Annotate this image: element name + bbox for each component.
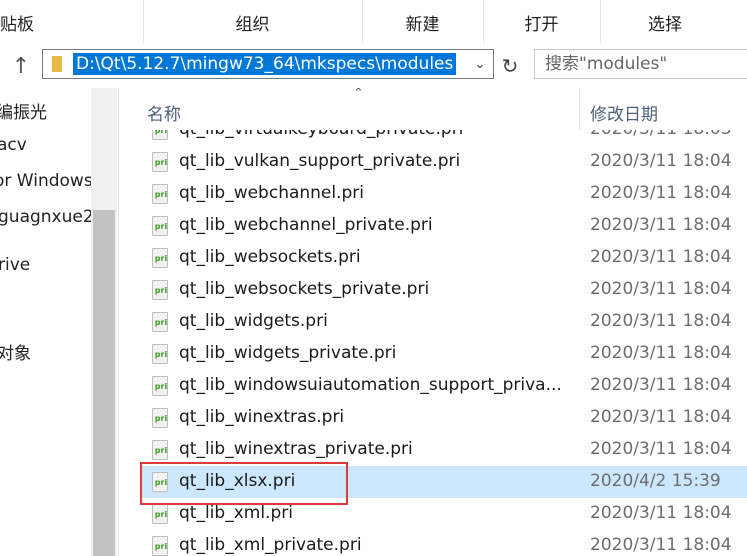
pri-file-icon: pri: [152, 312, 168, 332]
file-date: 2020/3/11 18:04: [590, 439, 732, 459]
file-name[interactable]: qt_lib_webchannel_private.pri: [179, 215, 433, 235]
file-date: 2020/3/11 18:04: [590, 183, 732, 203]
file-date: 2020/3/11 18:04: [590, 247, 732, 267]
ribbon-label-open: 打开: [524, 14, 559, 35]
file-name[interactable]: qt_lib_winextras.pri: [179, 407, 344, 427]
file-date: 2020/4/2 15:39: [590, 471, 721, 491]
annotation-highlight-box: [140, 462, 348, 505]
pri-file-icon: pri: [152, 440, 168, 460]
file-row[interactable]: pri qt_lib_vulkan_support_private.pri 2020…: [141, 146, 747, 178]
nav-item-editor[interactable]: 编振光: [0, 98, 47, 123]
pri-file-icon: pri: [152, 408, 168, 428]
ribbon-group-open[interactable]: 打开: [483, 0, 601, 44]
pri-file-icon: pri: [152, 536, 168, 556]
up-arrow-icon[interactable]: ↑: [8, 52, 34, 80]
file-date: 2020/3/11 18:04: [590, 407, 732, 427]
ribbon-group-organize[interactable]: 组织: [143, 0, 363, 44]
ribbon-group-select[interactable]: 选择: [600, 0, 747, 44]
file-date: 2020/3/11 18:04: [590, 215, 732, 235]
pri-file-icon: pri: [152, 216, 168, 236]
pri-file-icon: pri: [152, 504, 168, 524]
pri-file-icon: pri: [152, 376, 168, 396]
ribbon-label-organize: 组织: [235, 14, 270, 35]
file-name[interactable]: qt_lib_windowsuiautomation_support_priva…: [179, 375, 562, 395]
nav-item-marker: [0, 302, 6, 314]
file-name[interactable]: qt_lib_websockets_private.pri: [179, 279, 429, 299]
address-path[interactable]: D:\Qt\5.12.7\mingw73_64\mkspecs\modules: [73, 53, 457, 75]
pri-file-icon: pri: [152, 248, 168, 268]
address-bar[interactable]: D:\Qt\5.12.7\mingw73_64\mkspecs\modules …: [42, 49, 494, 79]
pri-file-icon-label: pri: [154, 446, 168, 455]
nav-item-guagnxue[interactable]: guagnxue2: [0, 207, 94, 227]
file-date: 2020/3/11 18:04: [590, 311, 732, 331]
file-row[interactable]: pri qt_lib_winextras.pri 2020/3/11 18:04: [141, 402, 747, 434]
file-name[interactable]: qt_lib_xml_private.pri: [179, 535, 362, 555]
column-name[interactable]: 名称: [147, 100, 181, 125]
column-header: ⌃ 名称 修改日期: [119, 88, 747, 130]
refresh-icon[interactable]: ↻: [496, 52, 524, 80]
file-name[interactable]: qt_lib_xml.pri: [179, 503, 293, 523]
file-row[interactable]: pri qt_lib_websockets.pri 2020/3/11 18:04: [141, 242, 747, 274]
file-name[interactable]: qt_lib_vulkan_support_private.pri: [179, 151, 460, 171]
file-name[interactable]: qt_lib_websockets.pri: [179, 247, 361, 267]
file-date: 2020/3/11 18:04: [590, 279, 732, 299]
ribbon-group-clipboard[interactable]: 贴板: [0, 0, 144, 44]
file-row[interactable]: pri qt_lib_windowsuiautomation_support_pr…: [141, 370, 747, 402]
pri-file-icon-label: pri: [154, 286, 168, 295]
pri-file-icon-label: pri: [154, 350, 168, 359]
folder-icon: [52, 56, 62, 72]
file-name[interactable]: qt_lib_webchannel.pri: [179, 183, 364, 203]
column-divider[interactable]: [579, 88, 580, 130]
file-name[interactable]: qt_lib_winextras_private.pri: [179, 439, 413, 459]
pri-file-icon-label: pri: [154, 318, 168, 327]
file-row[interactable]: pri qt_lib_widgets.pri 2020/3/11 18:04: [141, 306, 747, 338]
pri-file-icon: pri: [152, 344, 168, 364]
pri-file-icon: pri: [152, 184, 168, 204]
file-date: 2020/3/11 18:04: [590, 343, 732, 363]
file-row[interactable]: pri qt_lib_xml_private.pri 2020/3/11 18:04: [141, 530, 747, 556]
nav-scrollbar-thumb[interactable]: [93, 210, 115, 556]
file-name[interactable]: qt_lib_widgets_private.pri: [179, 343, 396, 363]
pri-file-icon-label: pri: [154, 414, 168, 423]
column-date-modified[interactable]: 修改日期: [590, 100, 658, 125]
ribbon-group-new[interactable]: 新建: [362, 0, 484, 44]
address-row: ↑ D:\Qt\5.12.7\mingw73_64\mkspecs\module…: [0, 44, 747, 88]
file-date: 2020/3/11 18:04: [590, 535, 732, 555]
sort-up-icon: ⌃: [353, 88, 364, 101]
search-input[interactable]: 搜索"modules": [534, 49, 747, 79]
pri-file-icon-label: pri: [154, 158, 168, 167]
file-row[interactable]: pri qt_lib_widgets_private.pri 2020/3/11 1…: [141, 338, 747, 370]
pri-file-icon-label: pri: [154, 542, 168, 551]
ribbon-label-new: 新建: [405, 14, 440, 35]
ribbon-bar: 贴板 组织 新建 打开 选择: [0, 0, 747, 45]
chevron-down-icon[interactable]: ⌄: [467, 50, 493, 78]
pri-file-icon: pri: [152, 280, 168, 300]
file-row[interactable]: pri qt_lib_websockets_private.pri 2020/3/1…: [141, 274, 747, 306]
pri-file-icon-label: pri: [154, 222, 168, 231]
file-row[interactable]: pri qt_lib_webchannel.pri 2020/3/11 18:04: [141, 178, 747, 210]
ribbon-label-select: 选择: [648, 14, 682, 35]
ribbon-label-clipboard: 贴板: [0, 14, 34, 35]
nav-item-windows[interactable]: or Windows: [0, 171, 93, 191]
pri-file-icon-label: pri: [154, 190, 168, 199]
pri-file-icon-label: pri: [154, 510, 168, 519]
nav-item-drive[interactable]: rive: [0, 255, 30, 275]
file-row[interactable]: pri qt_lib_webchannel_private.pri 2020/3/1…: [141, 210, 747, 242]
nav-item-opencv[interactable]: acv: [0, 135, 27, 155]
pri-file-icon-label: pri: [154, 382, 168, 391]
nav-item-3d-objects[interactable]: 对象: [0, 339, 31, 364]
file-name[interactable]: qt_lib_widgets.pri: [179, 311, 328, 331]
file-date: 2020/3/11 18:04: [590, 375, 732, 395]
file-date: 2020/3/11 18:04: [590, 151, 732, 171]
file-date: 2020/3/11 18:04: [590, 503, 732, 523]
pri-file-icon: pri: [152, 152, 168, 172]
pri-file-icon-label: pri: [154, 254, 168, 263]
